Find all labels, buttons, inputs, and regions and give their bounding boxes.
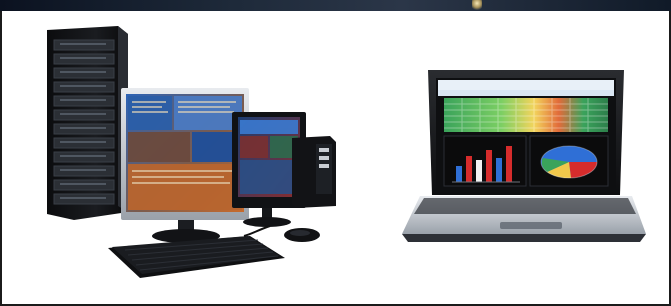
server-rack-icon xyxy=(47,26,128,220)
keyboard-icon xyxy=(108,236,285,278)
pie-chart-icon xyxy=(540,145,598,179)
photo-scene xyxy=(47,26,646,278)
small-tower-icon xyxy=(292,136,336,208)
laptop-icon xyxy=(402,70,646,242)
left-monitor-icon xyxy=(121,88,249,243)
